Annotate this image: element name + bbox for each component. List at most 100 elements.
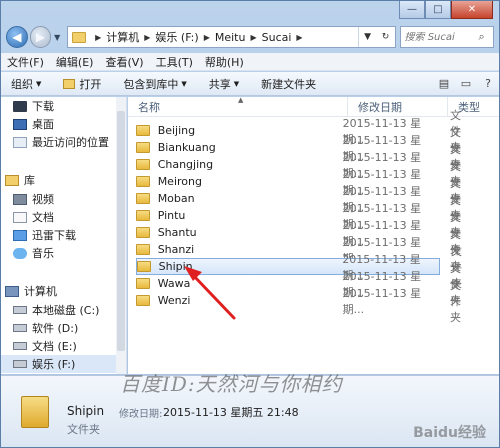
desktop-icon xyxy=(13,118,27,130)
breadcrumb-drive-f[interactable]: 娱乐 (F:) xyxy=(155,29,198,45)
nav-documents[interactable]: 文档 xyxy=(13,208,54,226)
open-folder-icon xyxy=(63,78,76,89)
share-button[interactable]: 共享 ▼ xyxy=(209,76,239,92)
address-tools: ▼ ↻ xyxy=(357,27,395,47)
file-name: Biankuang xyxy=(157,141,216,154)
close-button[interactable]: ✕ xyxy=(451,1,493,19)
nav-desktop[interactable]: 桌面 xyxy=(13,115,54,133)
history-dropdown-icon[interactable]: ▼ xyxy=(359,32,377,42)
back-button[interactable]: ◀ xyxy=(6,26,28,48)
file-name: Pintu xyxy=(157,209,186,222)
details-date: 2015-11-13 星期五 21:48 xyxy=(163,406,299,419)
file-name: Changjing xyxy=(157,158,214,171)
file-type: 文件夹 xyxy=(450,278,461,324)
nav-disk-c-label: 本地磁盘 (C:) xyxy=(32,304,100,317)
nav-disk-c[interactable]: 本地磁盘 (C:) xyxy=(13,301,99,319)
nav-disk-d-label: 软件 (D:) xyxy=(32,322,79,335)
nav-computer[interactable]: 计算机 xyxy=(5,282,57,300)
breadcrumb-computer[interactable]: 计算机 xyxy=(106,29,139,45)
chevron-right-icon[interactable]: ▶ xyxy=(95,33,101,42)
organize-label: 组织 xyxy=(11,77,33,91)
music-icon xyxy=(13,247,27,259)
forward-button[interactable]: ▶ xyxy=(29,26,52,48)
folder-icon xyxy=(21,396,49,428)
recent-pages-chevron-icon[interactable]: ▼ xyxy=(51,33,63,42)
nav-videos[interactable]: 视频 xyxy=(13,190,54,208)
refresh-icon[interactable]: ↻ xyxy=(377,32,395,42)
drive-icon xyxy=(13,342,27,350)
video-icon xyxy=(13,193,27,205)
nav-recent[interactable]: 最近访问的位置 xyxy=(13,133,109,151)
menu-file[interactable]: 文件(F) xyxy=(7,54,44,70)
menu-edit[interactable]: 编辑(E) xyxy=(56,54,94,70)
nav-xunlei[interactable]: 迅雷下载 xyxy=(13,226,76,244)
drive-icon xyxy=(13,306,27,314)
chevron-right-icon[interactable]: ▶ xyxy=(144,33,150,42)
nav-scrollbar-thumb[interactable] xyxy=(117,111,125,351)
nav-documents-label: 文档 xyxy=(32,211,54,224)
nav-disk-d[interactable]: 软件 (D:) xyxy=(13,319,78,337)
nav-recent-label: 最近访问的位置 xyxy=(32,136,109,149)
view-options-icon[interactable]: ▤ xyxy=(433,77,455,90)
folder-icon xyxy=(136,278,150,289)
help-icon[interactable]: ? xyxy=(477,77,499,90)
file-name: Beijing xyxy=(157,124,196,137)
nav-disk-f[interactable]: 娱乐 (F:) xyxy=(1,355,117,373)
open-button[interactable]: 打开 xyxy=(63,76,101,92)
address-bar[interactable]: ▶ 计算机 ▶ 娱乐 (F:) ▶ Meitu ▶ Sucai ▶ ▼ ↻ xyxy=(67,26,396,48)
preview-pane-icon[interactable]: ▭ xyxy=(455,77,477,90)
file-name: Meirong xyxy=(157,175,202,188)
share-label: 共享 xyxy=(208,77,231,91)
nav-videos-label: 视频 xyxy=(32,193,54,206)
window-controls: — □ ✕ xyxy=(399,1,493,21)
drive-icon xyxy=(13,360,27,368)
organize-button[interactable]: 组织 ▼ xyxy=(11,76,41,92)
folder-icon xyxy=(136,176,150,187)
folder-icon xyxy=(136,295,150,306)
menu-tools[interactable]: 工具(T) xyxy=(156,54,193,70)
folder-icon xyxy=(136,210,150,221)
view-tools: ▤ ▭ ? xyxy=(433,77,499,90)
maximize-button[interactable]: □ xyxy=(425,1,451,19)
chevron-down-icon: ▼ xyxy=(36,79,42,88)
list-item[interactable]: Wenzi 2015-11-13 星期... 文件夹 xyxy=(136,279,461,324)
nav-downloads[interactable]: 下载 xyxy=(13,97,54,115)
column-type-label: 类型 xyxy=(458,101,480,114)
file-name: Moban xyxy=(157,192,195,205)
folder-icon xyxy=(136,159,150,170)
baidu-watermark: Baidu经验 xyxy=(413,425,486,441)
minimize-button[interactable]: — xyxy=(399,1,425,19)
search-icon[interactable]: ⌕ xyxy=(479,30,485,44)
folder-icon xyxy=(72,31,87,43)
nav-libraries-label: 库 xyxy=(24,174,35,187)
column-name[interactable]: ▲ 名称 xyxy=(128,97,348,117)
nav-downloads-label: 下载 xyxy=(32,100,54,113)
search-input[interactable] xyxy=(404,31,479,43)
search-box[interactable]: ⌕ xyxy=(399,26,494,48)
include-in-library-button[interactable]: 包含到库中 ▼ xyxy=(123,76,186,92)
nav-disk-e-label: 文档 (E:) xyxy=(32,340,77,353)
library-icon xyxy=(5,174,19,186)
menu-view[interactable]: 查看(V) xyxy=(105,54,143,70)
new-folder-button[interactable]: 新建文件夹 xyxy=(261,76,316,92)
drive-icon xyxy=(13,324,27,332)
nav-scrollbar[interactable] xyxy=(116,97,126,374)
chevron-right-icon[interactable]: ▶ xyxy=(296,33,302,42)
chevron-right-icon[interactable]: ▶ xyxy=(204,33,210,42)
nav-libraries[interactable]: 库 xyxy=(5,171,35,189)
menu-bar: 文件(F) 编辑(E) 查看(V) 工具(T) 帮助(H) xyxy=(1,53,499,71)
nav-computer-label: 计算机 xyxy=(24,285,57,298)
document-icon xyxy=(13,211,27,223)
breadcrumb-sucai[interactable]: Sucai xyxy=(262,31,292,44)
chevron-right-icon[interactable]: ▶ xyxy=(250,33,256,42)
nav-music[interactable]: 音乐 xyxy=(13,244,54,262)
breadcrumb-meitu[interactable]: Meitu xyxy=(215,31,246,44)
folder-icon xyxy=(136,244,150,255)
open-label: 打开 xyxy=(79,77,102,91)
menu-help[interactable]: 帮助(H) xyxy=(205,54,244,70)
nav-disk-e[interactable]: 文档 (E:) xyxy=(13,337,77,355)
file-name: Wawa xyxy=(157,277,191,290)
folder-icon xyxy=(136,125,150,136)
file-name: Shantu xyxy=(157,226,197,239)
downloads-icon xyxy=(13,100,27,112)
